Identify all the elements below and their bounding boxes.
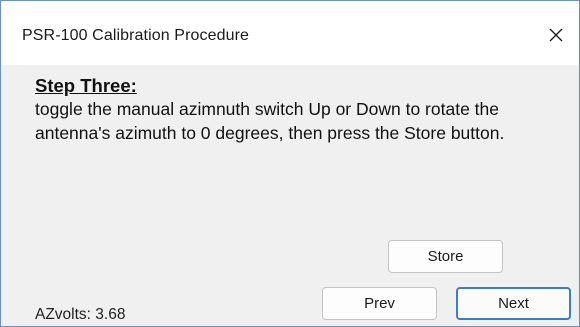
- dialog-content: Step Three: toggle the manual azimnuth s…: [1, 65, 579, 326]
- azvolts-readout: AZvolts: 3.68: [35, 306, 126, 323]
- close-icon: [549, 28, 563, 42]
- step-heading: Step Three:: [35, 75, 137, 96]
- close-button[interactable]: [533, 15, 579, 55]
- prev-button[interactable]: Prev: [322, 287, 437, 320]
- title-bar: PSR-100 Calibration Procedure: [1, 1, 579, 65]
- next-button[interactable]: Next: [456, 287, 571, 320]
- store-button[interactable]: Store: [388, 240, 503, 273]
- calibration-dialog: PSR-100 Calibration Procedure Step Three…: [0, 0, 580, 327]
- window-title: PSR-100 Calibration Procedure: [22, 27, 250, 44]
- step-instructions: toggle the manual azimnuth switch Up or …: [35, 99, 505, 143]
